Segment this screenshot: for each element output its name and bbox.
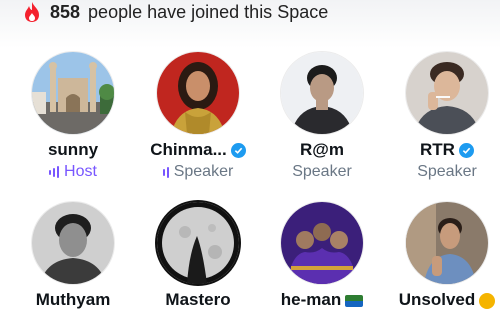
participant-tile-chinmayi[interactable]: Chinma... Speaker <box>138 52 258 181</box>
participant-role: Speaker <box>262 163 382 181</box>
avatar[interactable] <box>157 202 239 284</box>
participant-name: sunny <box>47 140 99 159</box>
role-label: Host <box>64 163 97 180</box>
participant-tile-mastero[interactable]: Mastero <box>138 202 258 310</box>
avatar[interactable] <box>281 202 363 284</box>
participant-name: RTR <box>420 140 455 159</box>
avatar[interactable] <box>157 52 239 134</box>
participant-name: Muthyam <box>35 290 111 309</box>
avatar[interactable] <box>406 202 488 284</box>
avatar[interactable] <box>406 52 488 134</box>
participant-tile-ram[interactable]: R@m Speaker <box>262 52 382 181</box>
participant-name: Chinma... <box>150 140 227 159</box>
role-label: Speaker <box>292 163 352 180</box>
role-label: Speaker <box>417 163 477 180</box>
monument-photo-avatar <box>32 52 114 134</box>
verified-badge-icon <box>458 142 474 158</box>
man-photo-avatar <box>406 52 488 134</box>
verified-badge-icon <box>230 142 246 158</box>
moon-silhouette-avatar <box>157 202 239 284</box>
bw-portrait-avatar <box>32 202 114 284</box>
role-label: Speaker <box>173 163 234 180</box>
participant-tile-muthyam[interactable]: Muthyam <box>13 202 133 310</box>
flag-emoji-icon <box>345 295 364 307</box>
participant-name: Mastero <box>165 290 231 309</box>
participant-role: Speaker <box>138 163 258 181</box>
flame-icon <box>25 2 39 22</box>
participant-tile-rtr[interactable]: RTR Speaker <box>387 52 500 181</box>
listener-count: 858 <box>50 1 81 22</box>
participant-role: Host <box>13 163 133 181</box>
man-photo-avatar <box>406 202 488 284</box>
emoji-icon <box>479 293 496 309</box>
participant-name: Unsolved <box>398 290 476 309</box>
participant-name: he-man <box>280 290 342 309</box>
man-photo-avatar <box>281 52 363 134</box>
participant-role: Speaker <box>387 163 500 181</box>
participant-name: R@m <box>300 140 344 159</box>
team-photo-avatar <box>281 202 363 284</box>
participant-tile-heman[interactable]: he-man <box>262 202 382 310</box>
participant-tile-sunny[interactable]: sunny Host <box>13 52 133 181</box>
avatar[interactable] <box>32 202 114 284</box>
listener-count-header: 858 people have joined this Space <box>22 0 328 24</box>
listener-count-text: people have joined this Space <box>88 1 329 22</box>
woman-photo-avatar <box>157 52 239 134</box>
participant-tile-unsolved[interactable]: Unsolved <box>387 202 500 310</box>
avatar[interactable] <box>281 52 363 134</box>
audio-bars-icon <box>49 166 60 178</box>
avatar[interactable] <box>32 52 114 134</box>
audio-bars-icon <box>162 166 169 178</box>
